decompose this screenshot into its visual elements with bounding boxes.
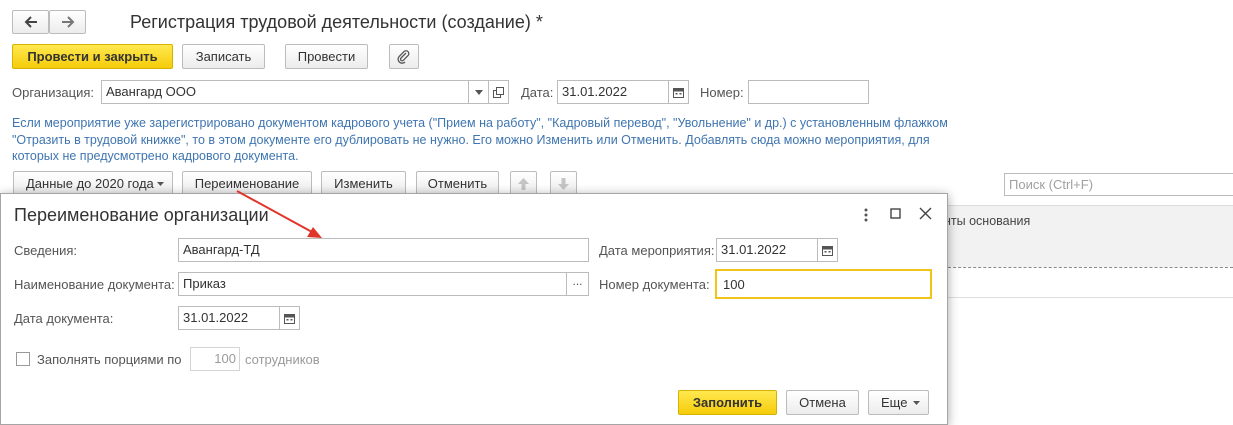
data-before-2020-label: Данные до 2020 года [26,176,154,191]
doc-date-calendar-button[interactable] [280,306,300,330]
doc-name-field[interactable]: Приказ [178,272,567,296]
back-button[interactable] [12,10,49,34]
search-input[interactable]: Поиск (Ctrl+F) [1004,173,1233,196]
date-field[interactable]: 31.01.2022 [557,80,669,104]
info-field[interactable]: Авангард-ТД [178,238,589,262]
organization-field[interactable]: Авангард ООО [101,80,469,104]
batch-suffix: сотрудников [245,352,320,367]
batch-checkbox[interactable] [16,352,30,366]
dialog-title: Переименование организации [14,205,269,225]
paperclip-icon [397,50,410,64]
page-title: Регистрация трудовой деятельности (созда… [130,12,543,32]
date-label: Дата: [521,85,554,100]
table-column-header-basis: нты основания [944,214,1031,228]
batch-size-field[interactable]: 100 [190,347,240,371]
more-label: Еще [881,395,908,410]
calendar-icon [284,313,295,324]
number-label: Номер: [700,85,744,100]
doc-number-label: Номер документа: [599,277,710,292]
ellipsis-icon: ... [572,274,583,288]
event-date-calendar-button[interactable] [818,238,838,262]
calendar-icon [822,245,833,256]
dialog-maximize-button[interactable] [890,208,904,222]
doc-name-select-button[interactable]: ... [567,272,589,296]
doc-number-field[interactable]: 100 [715,269,932,299]
organization-open-button[interactable] [489,80,509,104]
number-field[interactable] [748,80,869,104]
post-button[interactable]: Провести [285,44,368,69]
table-row[interactable] [948,268,1233,298]
organization-label: Организация: [12,85,95,100]
rename-organization-dialog: Переименование организации Сведения: Ава… [0,193,948,425]
doc-date-field[interactable]: 31.01.2022 [178,306,280,330]
arrow-left-icon [24,16,37,28]
arrow-up-icon [518,178,529,190]
doc-name-label: Наименование документа: [14,277,175,292]
fill-button[interactable]: Заполнить [678,390,777,415]
save-button[interactable]: Записать [182,44,265,69]
more-button[interactable]: Еще [868,390,929,415]
info-label: Сведения: [14,243,78,258]
doc-date-label: Дата документа: [14,311,114,326]
open-window-icon [493,86,504,98]
post-and-close-button[interactable]: Провести и закрыть [12,44,173,69]
batch-label: Заполнять порциями по [37,352,182,367]
event-date-field[interactable]: 31.01.2022 [716,238,818,262]
close-icon [919,207,932,220]
arrow-down-icon [558,178,569,190]
date-calendar-button[interactable] [669,80,689,104]
chevron-down-icon [157,182,164,186]
event-date-label: Дата мероприятия: [599,243,715,258]
maximize-icon [890,208,901,219]
calendar-icon [673,87,684,98]
chevron-down-icon [474,89,483,95]
attach-button[interactable] [389,44,419,69]
chevron-down-icon [913,401,920,405]
forward-button[interactable] [49,10,86,34]
more-vertical-icon [864,208,868,222]
organization-dropdown-button[interactable] [469,80,489,104]
dialog-cancel-button[interactable]: Отмена [786,390,859,415]
dialog-close-button[interactable] [919,207,933,221]
dialog-menu-button[interactable] [859,206,873,224]
arrow-right-icon [61,16,74,28]
info-text: Если мероприятие уже зарегистрировано до… [12,116,948,163]
